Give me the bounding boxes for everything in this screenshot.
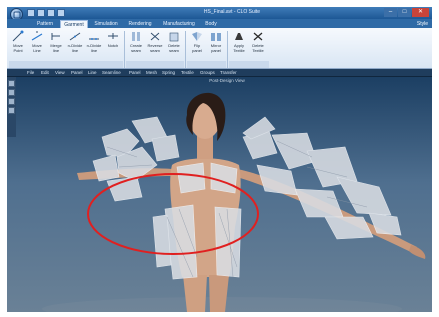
menu-seamline[interactable]: Seamline [102,69,121,77]
ribbon-group-line [9,61,123,68]
tab-manufacturing[interactable]: Manufacturing [158,20,200,28]
create-seam-button[interactable]: Create seam [127,30,145,58]
delete-seam-label: Delete seam [168,43,180,53]
tab-pattern[interactable]: Pattern [31,20,59,28]
scene-canvas [42,92,426,312]
notch-icon [108,33,118,39]
close-button[interactable]: ✕ [412,8,429,17]
n-divide-line-label: n-Divide line [67,43,83,53]
ribbon-separator [124,31,125,68]
merge-line-icon [51,33,60,40]
mirror-panel-icon [211,33,221,41]
app-window: HS_Final.avt - CLO Suite – □ ✕ Pattern G… [7,7,432,312]
apply-textile-label: Apply Textile [233,43,245,53]
mirror-panel-label: Mirror panel [210,43,222,53]
move-point-button[interactable]: Move Point [9,30,27,58]
ribbon-separator [185,31,186,68]
move-point-label: Move Point [13,43,23,53]
apply-textile-icon [235,33,243,40]
ribbon-panel: Move Point Move Line Merge line n-Divide lin… [7,28,432,69]
ribbon-separator [227,31,228,68]
move-line-icon [31,31,43,41]
menu-file[interactable]: File [27,69,34,77]
maximize-button[interactable]: □ [398,8,411,17]
notch-button[interactable]: Notch [104,30,122,58]
move-line-label: Move Line [32,43,42,53]
minimize-button[interactable]: – [384,8,397,17]
garment-panel[interactable] [256,164,298,196]
menu-spring[interactable]: Spring [162,69,175,77]
quick-access-undo-icon[interactable] [57,9,65,17]
menu-textile[interactable]: Textile [181,69,194,77]
title-bar: HS_Final.avt - CLO Suite – □ ✕ [7,7,432,21]
delete-textile-label: Delete Textile [252,43,264,53]
garment-panels[interactable] [92,116,402,280]
reverse-seam-button[interactable]: Reverse seam [146,30,164,58]
mirror-panel-button[interactable]: Mirror panel [207,30,225,58]
quick-access-new-icon[interactable] [27,9,35,17]
style-label[interactable]: Style [417,20,428,28]
tab-garment[interactable]: Garment [60,20,88,28]
move-line-button[interactable]: Move Line [28,30,46,58]
flip-panel-button[interactable]: Flip panel [188,30,206,58]
apply-textile-button[interactable]: Apply Textile [230,30,248,58]
flip-panel-icon [192,32,202,41]
n-divide-line-2-label: n-Divide line [86,43,102,53]
window-title: HS_Final.avt - CLO Suite [203,9,261,15]
create-seam-icon [132,32,140,41]
move-point-icon [12,30,24,42]
n-divide-line-2-button[interactable]: n-Divide line [85,30,103,58]
menu-edit[interactable]: Edit [41,69,49,77]
garment-panel[interactable] [151,134,180,162]
app-logo-icon [13,11,21,19]
garment-panel[interactable] [336,176,392,216]
3d-viewport[interactable]: Post-Design View [7,77,432,312]
ribbon-group-textile [229,61,269,68]
left-leg [183,275,207,312]
garment-panel[interactable] [324,216,374,240]
menu-transfer[interactable]: Transfer [220,69,237,77]
create-seam-label: Create seam [129,43,142,53]
n-divide-line-button[interactable]: n-Divide line [66,30,84,58]
delete-textile-icon [253,32,263,41]
ribbon-tabs: Pattern Garment Simulation Rendering Man… [7,19,432,28]
reverse-seam-label: Reverse seam [147,43,163,53]
garment-panel[interactable] [164,204,198,280]
garment-panel[interactable] [294,188,344,218]
delete-seam-button[interactable]: Delete seam [165,30,183,58]
tab-simulation[interactable]: Simulation [90,20,122,28]
reverse-seam-icon [150,32,160,41]
n-divide-line-icon [69,32,81,41]
n-divide-line-2-icon [89,38,99,40]
delete-textile-button[interactable]: Delete Textile [249,30,267,58]
quick-access-save-icon[interactable] [47,9,55,17]
menu-bar: File Edit View Panel Line Seamline Panel… [7,69,432,77]
ribbon-group-seam [126,61,184,68]
tab-rendering[interactable]: Rendering [124,20,156,28]
menu-view[interactable]: View [55,69,65,77]
tab-body[interactable]: Body [202,20,220,28]
menu-line[interactable]: Line [88,69,97,77]
menu-panel[interactable]: Panel [71,69,83,77]
flip-panel-label: Flip panel [192,43,202,53]
notch-label: Notch [107,43,119,48]
menu-groups[interactable]: Groups [200,69,215,77]
menu-mesh[interactable]: Mesh [146,69,157,77]
quick-access-open-icon[interactable] [37,9,45,17]
garment-panel[interactable] [176,162,206,194]
right-hand [409,245,426,259]
ribbon-group-panel [187,61,226,68]
delete-seam-icon [169,32,179,42]
merge-line-button[interactable]: Merge line [47,30,65,58]
merge-line-label: Merge line [50,43,62,53]
menu-panel-2[interactable]: Panel [129,69,141,77]
garment-panel[interactable] [214,206,242,278]
